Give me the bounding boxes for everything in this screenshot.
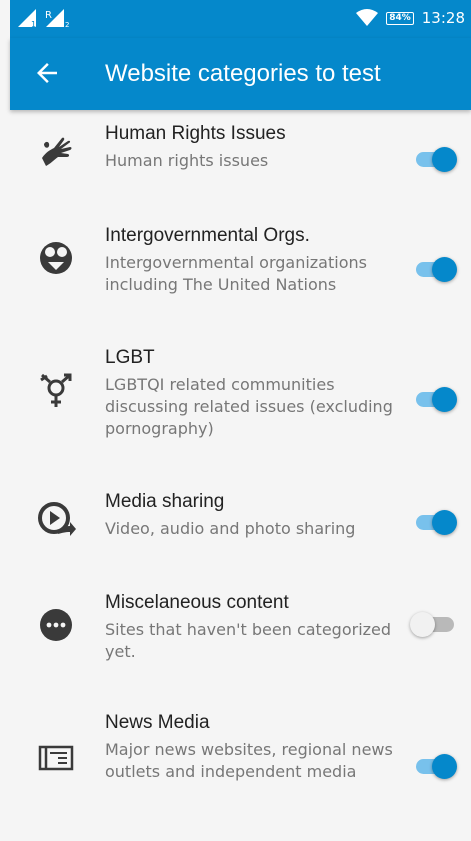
category-toggle[interactable]: [414, 507, 460, 537]
signal-roaming-icon: R 2: [45, 9, 69, 27]
intergovernmental-icon: [40, 242, 72, 274]
toggle-knob: [432, 387, 457, 412]
category-description: Human rights issues: [105, 151, 269, 170]
category-toggle[interactable]: [414, 384, 460, 414]
more-horizontal-icon: [40, 609, 72, 641]
toggle-knob: [432, 510, 457, 535]
category-description: Video, audio and photo sharing: [105, 519, 356, 538]
roaming-label: R: [45, 10, 52, 21]
arrow-back-icon[interactable]: [32, 58, 62, 88]
toggle-knob: [432, 754, 457, 779]
category-toggle[interactable]: [414, 254, 460, 284]
category-toggle[interactable]: [410, 609, 460, 639]
category-description: Sites that haven't been categorized yet.: [105, 620, 392, 661]
status-bar: 1 R 2 84% 13:28: [10, 0, 471, 38]
signal2-sub-label: 2: [65, 21, 69, 27]
hand-icon: [42, 137, 72, 166]
category-title: Intergovernmental Orgs.: [105, 225, 310, 246]
clock: 13:28: [421, 9, 465, 27]
signal1-label: 1: [31, 20, 36, 27]
wifi-icon: [356, 9, 379, 26]
category-title: News Media: [105, 712, 210, 733]
category-title: Human Rights Issues: [105, 123, 286, 144]
toggle-knob: [432, 257, 457, 282]
category-description: Major news websites, regional news outle…: [105, 740, 393, 781]
media-share-icon: [38, 502, 76, 536]
status-right: 84% 13:28: [356, 9, 465, 27]
category-title: Miscelaneous content: [105, 592, 289, 613]
signal-icon: 1: [18, 9, 36, 27]
app-bar: Website categories to test: [10, 38, 471, 110]
signal-indicators: 1 R 2: [18, 9, 70, 27]
category-toggle[interactable]: [414, 144, 460, 174]
category-description: Intergovernmental organizations includin…: [105, 253, 367, 294]
newspaper-icon: [38, 745, 74, 771]
toggle-knob: [410, 612, 435, 637]
page-title: Website categories to test: [105, 60, 381, 87]
battery-indicator: 84%: [386, 11, 414, 25]
gender-symbol-icon: [40, 373, 72, 407]
category-description: LGBTQI related communities discussing re…: [105, 375, 393, 438]
category-toggle[interactable]: [414, 751, 460, 781]
category-title: LGBT: [105, 347, 155, 368]
category-title: Media sharing: [105, 491, 225, 512]
toggle-knob: [432, 147, 457, 172]
